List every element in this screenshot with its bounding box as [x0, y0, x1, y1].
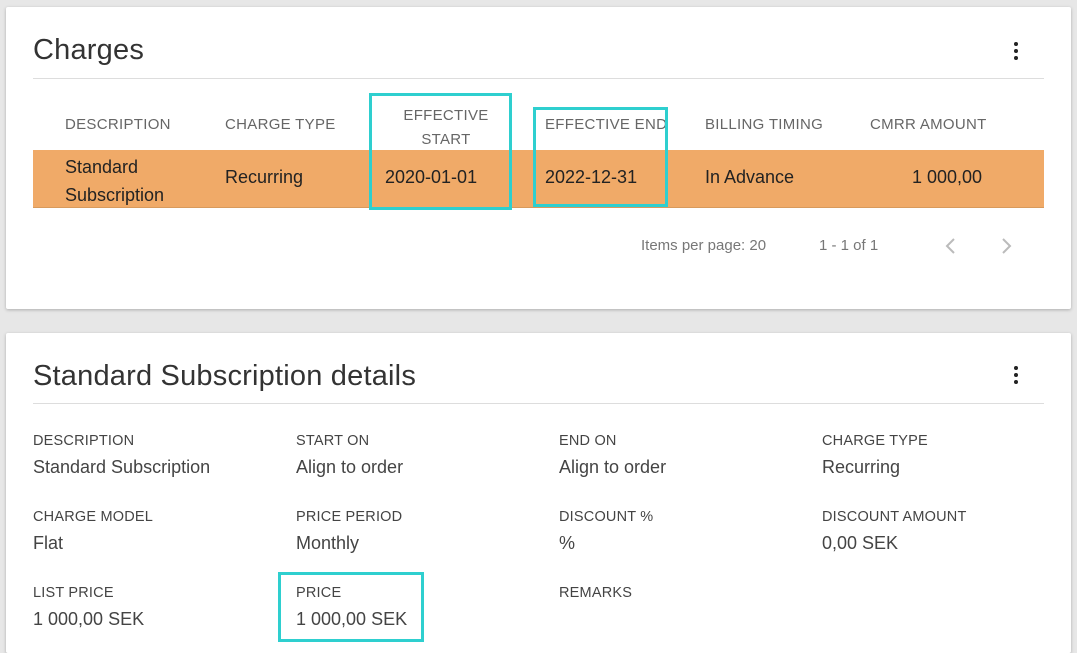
- value-list-price: 1 000,00 SEK: [33, 609, 145, 629]
- value-start-on: Align to order: [296, 457, 404, 477]
- value-end-on: Align to order: [559, 457, 667, 477]
- label-charge-model: CHARGE MODEL: [33, 509, 154, 525]
- cell-effective-end: 2022-12-31: [545, 167, 638, 187]
- col-header-billing-timing[interactable]: BILLING TIMING: [705, 116, 823, 133]
- cell-charge-type: Recurring: [225, 167, 304, 187]
- label-discount-pct: DISCOUNT %: [559, 509, 654, 525]
- label-charge-type: CHARGE TYPE: [822, 433, 928, 449]
- cell-billing-timing: In Advance: [705, 167, 795, 187]
- more-vertical-icon: [1014, 366, 1018, 370]
- label-description: DESCRIPTION: [33, 433, 135, 449]
- label-remarks: REMARKS: [559, 585, 633, 601]
- col-header-charge-type[interactable]: CHARGE TYPE: [225, 116, 336, 133]
- label-list-price: LIST PRICE: [33, 585, 114, 601]
- col-header-cmrr-amount[interactable]: CMRR AMOUNT: [870, 116, 987, 133]
- details-menu-button[interactable]: [1008, 362, 1024, 388]
- value-price: 1 000,00 SEK: [296, 609, 408, 629]
- value-price-period: Monthly: [296, 533, 360, 553]
- chevron-left-icon: [945, 238, 955, 254]
- charges-divider: [33, 78, 1044, 79]
- label-start-on: START ON: [296, 433, 370, 449]
- charges-menu-button[interactable]: [1008, 38, 1024, 64]
- label-end-on: END ON: [559, 433, 617, 449]
- charges-card: Charges DESCRIPTION CHARGE TYPE EFFECTIV…: [6, 7, 1071, 309]
- paginator-range: 1 - 1 of 1: [819, 237, 879, 254]
- next-page-button[interactable]: [998, 237, 1014, 255]
- label-price-period: PRICE PERIOD: [296, 509, 403, 525]
- cell-cmrr-amount: 1 000,00: [912, 167, 983, 187]
- value-description: Standard Subscription: [33, 457, 211, 477]
- label-price: PRICE: [296, 585, 342, 601]
- col-header-effective-end[interactable]: EFFECTIVE END: [545, 116, 667, 133]
- value-discount-pct: %: [559, 533, 576, 553]
- value-charge-type: Recurring: [822, 457, 901, 477]
- details-card: Standard Subscription details DESCRIPTIO…: [6, 333, 1071, 653]
- table-row[interactable]: [33, 150, 1044, 208]
- charges-title: Charges: [33, 34, 145, 66]
- value-discount-amount: 0,00 SEK: [822, 533, 899, 553]
- cell-effective-start: 2020-01-01: [385, 167, 478, 187]
- annotation-box-price: [278, 572, 424, 642]
- items-per-page[interactable]: Items per page: 20: [641, 237, 766, 254]
- label-discount-amount: DISCOUNT AMOUNT: [822, 509, 967, 525]
- more-vertical-icon: [1014, 42, 1018, 46]
- previous-page-button[interactable]: [943, 237, 959, 255]
- cell-description: Standard Subscription: [65, 157, 165, 205]
- details-title: Standard Subscription details: [33, 360, 417, 392]
- col-header-description[interactable]: DESCRIPTION: [65, 116, 171, 133]
- details-divider: [33, 403, 1044, 404]
- chevron-right-icon: [1002, 238, 1012, 254]
- col-header-effective-start[interactable]: EFFECTIVE START: [386, 104, 506, 152]
- value-charge-model: Flat: [33, 533, 64, 553]
